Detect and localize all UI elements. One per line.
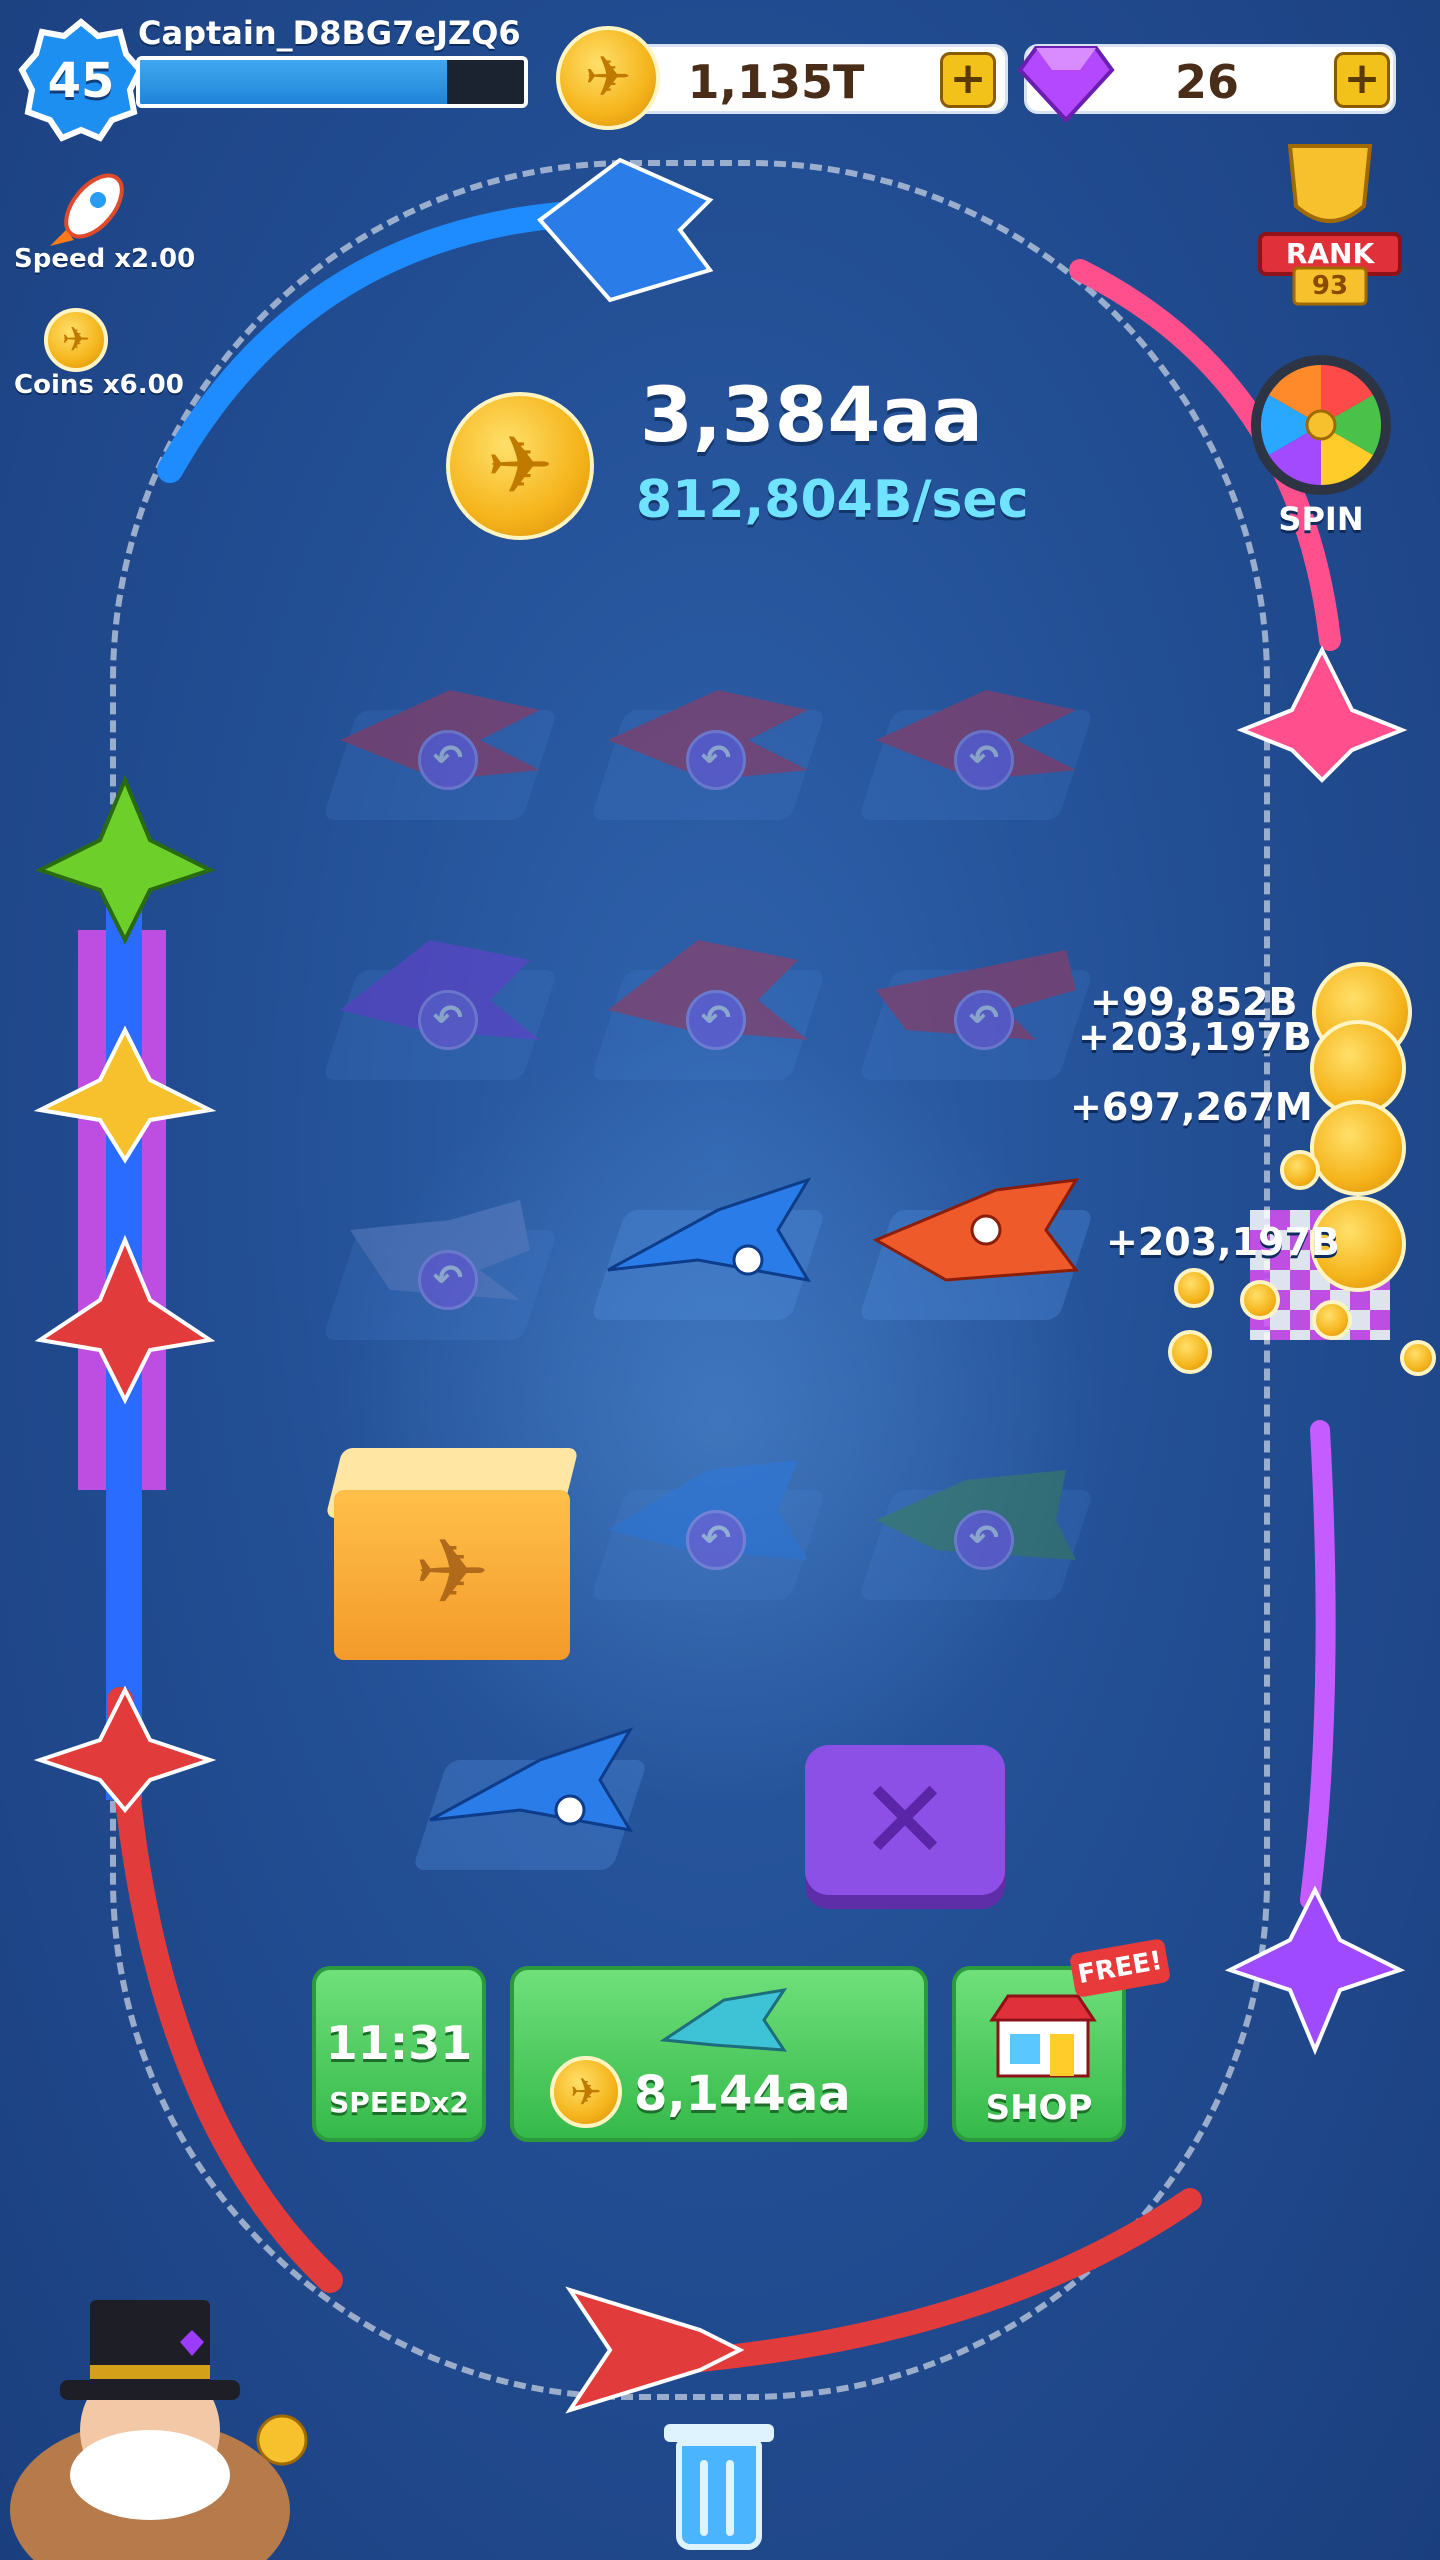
- xp-bar: [136, 56, 528, 108]
- earning-popup-3: +697,267M: [1070, 1085, 1313, 1129]
- small-coin-icon: [1168, 1330, 1212, 1374]
- return-icon[interactable]: ↶: [954, 990, 1014, 1050]
- track-plane-1[interactable]: [520, 140, 720, 320]
- grid-slot-3[interactable]: ↶: [856, 660, 1096, 830]
- coin-icon: ✈: [550, 2056, 622, 2128]
- speed-boost-button-label: SPEEDx2: [329, 2086, 469, 2119]
- violet-trail: [1300, 1420, 1336, 1910]
- grid-slot-12[interactable]: ↶: [856, 1440, 1096, 1610]
- mascot-icon[interactable]: [0, 2260, 340, 2560]
- grid-slot-11[interactable]: ↶: [588, 1440, 828, 1610]
- grid-slot-9[interactable]: [856, 1160, 1096, 1330]
- grid-slot-1[interactable]: ↶: [320, 660, 560, 830]
- return-icon[interactable]: ↶: [686, 1510, 746, 1570]
- speed-boost-label: Speed x2.00: [14, 244, 196, 274]
- return-icon[interactable]: ↶: [418, 730, 478, 790]
- plane-icon: [429, 1727, 634, 1833]
- close-icon: ✕: [858, 1756, 952, 1884]
- cancel-button[interactable]: ✕: [805, 1745, 1005, 1895]
- return-icon[interactable]: ↶: [418, 990, 478, 1050]
- earning-popup-2: +203,197B: [1078, 1015, 1312, 1059]
- track-plane-4[interactable]: [30, 1020, 220, 1170]
- track-plane-8[interactable]: [550, 2250, 750, 2450]
- coin-boost-label: Coins x6.00: [14, 370, 184, 400]
- trash-icon[interactable]: [676, 2440, 762, 2550]
- add-coins-button[interactable]: +: [940, 52, 996, 108]
- small-coin-icon: [1400, 1340, 1436, 1376]
- return-icon[interactable]: ↶: [954, 1510, 1014, 1570]
- plane-icon: [607, 1177, 812, 1283]
- player-name: Captain_D8BG7eJZQ6: [138, 14, 521, 52]
- shop-label: SHOP: [985, 2088, 1093, 2128]
- spin-button[interactable]: SPIN: [1246, 350, 1406, 550]
- coin-stack-icon: [1310, 1100, 1406, 1196]
- grid-slot-4[interactable]: ↶: [320, 920, 560, 1090]
- gem-count: 26: [1174, 55, 1239, 109]
- level-number: 45: [47, 53, 115, 109]
- buy-plane-price: 8,144aa: [634, 2066, 851, 2122]
- speed-boost-button[interactable]: 11:31 SPEEDx2: [312, 1966, 486, 2142]
- rank-value: 93: [1311, 271, 1349, 301]
- score-coin-icon: ✈: [446, 392, 594, 540]
- grid-slot-2[interactable]: ↶: [588, 660, 828, 830]
- return-icon[interactable]: ↶: [418, 1250, 478, 1310]
- level-badge[interactable]: 45: [18, 18, 144, 144]
- coin-count: 1,135T: [687, 55, 865, 109]
- return-icon[interactable]: ↶: [686, 990, 746, 1050]
- return-icon[interactable]: ↶: [954, 730, 1014, 790]
- plane-icon: [872, 1178, 1079, 1282]
- coin-icon: ✈: [556, 26, 660, 130]
- gift-box-icon[interactable]: ✈: [334, 1490, 570, 1660]
- gem-icon: [1017, 46, 1115, 123]
- red-trail-bottom: [688, 2188, 1202, 2372]
- buy-plane-button[interactable]: ✈ 8,144aa: [510, 1966, 928, 2142]
- held-plane[interactable]: [410, 1710, 650, 1880]
- small-coin-icon: [1280, 1150, 1320, 1190]
- add-gems-button[interactable]: +: [1334, 52, 1390, 108]
- rocket-icon: [50, 173, 124, 246]
- grid-slot-7[interactable]: ↶: [320, 1180, 560, 1350]
- spin-label: SPIN: [1278, 500, 1364, 538]
- shop-store-icon: [989, 1994, 1097, 2078]
- return-icon[interactable]: ↶: [686, 730, 746, 790]
- total-coins: 3,384aa: [640, 370, 983, 459]
- small-coin-icon: [1174, 1268, 1214, 1308]
- coin-boost-icon: ✈: [44, 308, 108, 372]
- track-plane-2[interactable]: [1232, 640, 1412, 790]
- track-plane-6[interactable]: [30, 1680, 220, 1820]
- spin-wheel-icon: [1251, 355, 1391, 495]
- grid-slot-8[interactable]: [588, 1160, 828, 1330]
- grid-slot-5[interactable]: ↶: [588, 920, 828, 1090]
- small-coin-icon: [1240, 1280, 1280, 1320]
- track-plane-3[interactable]: [30, 770, 220, 950]
- small-coin-icon: [1312, 1300, 1352, 1340]
- track-plane-5[interactable]: [30, 1230, 220, 1410]
- rank-button[interactable]: RANK 93: [1230, 136, 1430, 316]
- speed-timer: 11:31: [325, 2016, 473, 2070]
- earning-popup-4: +203,197B: [1106, 1220, 1340, 1264]
- xp-bar-fill: [140, 60, 448, 104]
- track-plane-7[interactable]: [1220, 1880, 1410, 2060]
- grid-slot-6[interactable]: ↶: [856, 920, 1096, 1090]
- plane-icon: [659, 1987, 788, 2052]
- coins-per-second: 812,804B/sec: [636, 470, 1029, 530]
